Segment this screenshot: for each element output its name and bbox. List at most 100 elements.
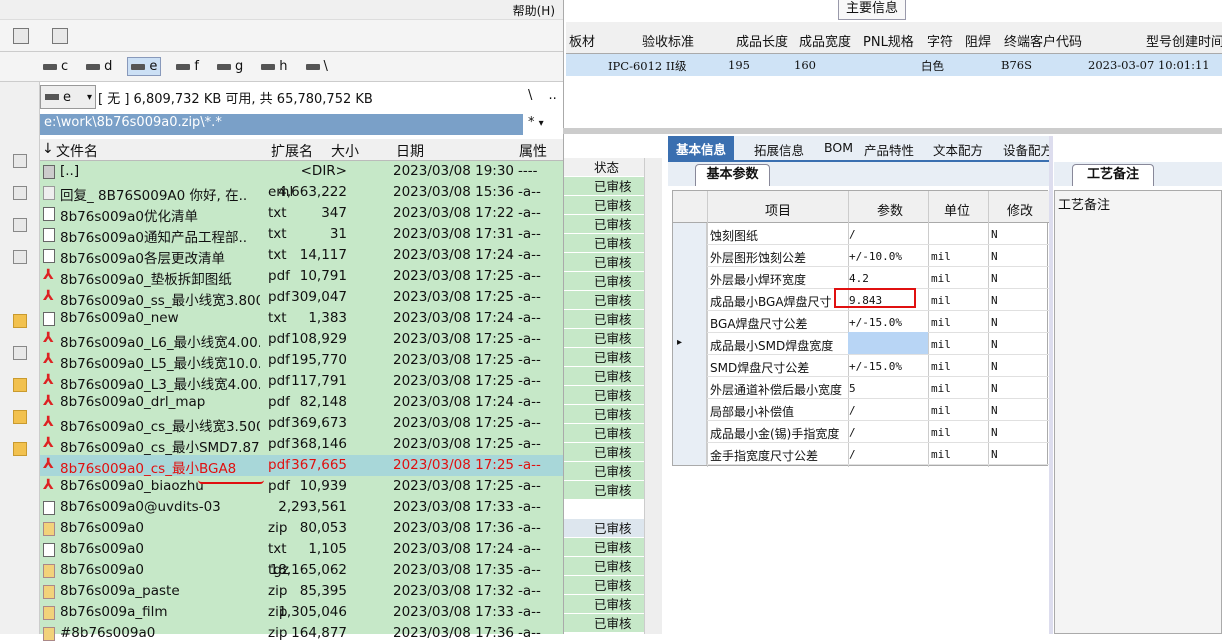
drive-5[interactable]: h [258,58,290,75]
tab-3[interactable]: 产品特性 [864,140,914,159]
drive-2[interactable]: e [127,57,162,76]
col-unit[interactable]: 单位 [944,200,970,219]
path-filter[interactable]: * ▾ [528,115,544,130]
param-row[interactable]: 局部最小补偿值 / mil N [673,399,1049,421]
top-col-header[interactable]: PNL规格 [863,31,914,50]
package-icon[interactable] [13,314,27,328]
row-header[interactable] [673,399,707,421]
col-ext[interactable]: 扩展名 [271,141,313,161]
file-row[interactable]: ⅄ 8b76s009a0_垫板拆卸图纸 pdf 10,791 2023/03/08 17… [40,266,563,288]
row-header[interactable] [673,443,707,465]
top-col-header[interactable]: 终端客户代码 [1004,31,1082,50]
col-modify[interactable]: 修改 [1007,200,1033,219]
row-header[interactable] [673,289,707,311]
status-cell[interactable]: 已审核 [564,367,644,386]
folder-icon[interactable] [13,410,27,424]
status-cell[interactable]: 已审核 [564,614,644,633]
file-row[interactable]: 回复_ 8B76S009A0 你好, 在.. eml 4,663,222 2023/0… [40,182,563,204]
row-header[interactable] [673,377,707,399]
top-col-header[interactable]: 阻焊 [965,31,991,50]
folder-icon[interactable] [13,378,27,392]
tab-5[interactable]: 设备配方 [1003,140,1053,159]
top-col-header[interactable]: 成品长度 [736,31,788,50]
row-header[interactable]: ▸ [673,333,707,355]
file-row[interactable]: ⅄ 8b76s009a0_L3_最小线宽4.00.. pdf 117,791 2023/… [40,371,563,393]
row-header[interactable] [673,421,707,443]
up-button[interactable]: .. [549,88,557,103]
file-row[interactable]: ⅄ 8b76s009a0_cs_最小SMD7.874 pdf 368,146 2023/… [40,434,563,456]
drive-1[interactable]: d [83,58,115,75]
file-row[interactable]: 8b76s009a_film zip 1,305,046 2023/03/08 17:… [40,602,563,623]
tab-process-notes[interactable]: 工艺备注 [1072,164,1154,186]
tab-0[interactable]: 基本信息 [668,136,735,162]
param-row[interactable]: SMD焊盘尺寸公差 +/-15.0% mil N [673,355,1049,377]
status-cell[interactable]: 已审核 [564,443,644,462]
subtab-basic-params[interactable]: 基本参数 [695,164,770,186]
file-row[interactable]: [..] <DIR> 2023/03/08 19:30 ---- [40,161,563,182]
search-icon[interactable] [13,154,27,168]
param-row[interactable]: 金手指宽度尺寸公差 / mil N [673,443,1049,465]
row-header[interactable] [673,267,707,289]
status-cell[interactable]: 已审核 [564,576,644,595]
status-cell[interactable]: 已审核 [564,405,644,424]
param-row[interactable]: 成品最小金(锡)手指宽度 / mil N [673,421,1049,443]
status-cell[interactable]: 已审核 [564,481,644,500]
refresh-icon[interactable] [13,28,29,44]
file-row[interactable]: ⅄ 8b76s009a0_drl_map pdf 82,148 2023/03/08 1… [40,392,563,413]
file-row[interactable]: 8b76s009a0优化清单 txt 347 2023/03/08 17:22 -a-- [40,203,563,225]
top-col-header[interactable]: 型号创建时间 [1146,31,1222,50]
pane-splitter[interactable] [1049,136,1053,634]
file-row[interactable]: 8b76s009a0 zip 80,053 2023/03/08 17:36 -a-- [40,518,563,539]
root-button[interactable]: \ [528,88,532,103]
help-menu[interactable]: 帮助(H) [513,2,555,19]
top-col-header[interactable]: 字符 [927,31,953,50]
param-row[interactable]: 外层图形蚀刻公差 +/-10.0% mil N [673,245,1049,267]
status-cell[interactable]: 已审核 [564,386,644,405]
status-cell[interactable]: 已审核 [564,424,644,443]
status-cell[interactable]: 已审核 [564,462,644,481]
status-cell[interactable]: 已审核 [564,253,644,272]
row-header[interactable] [673,355,707,377]
col-param[interactable]: 参数 [877,200,903,219]
file-row[interactable]: ⅄ 8b76s009a0_L5_最小线宽10.0.. pdf 195,770 2023/… [40,350,563,372]
file-row[interactable]: 8b76s009a_paste zip 85,395 2023/03/08 17:32… [40,581,563,602]
col-date[interactable]: 日期 [396,141,424,161]
col-attr[interactable]: 属性 [519,141,547,161]
view-icon[interactable] [52,28,68,44]
col-size[interactable]: 大小 [331,141,359,161]
tab-2[interactable]: BOM [824,140,853,155]
status-cell[interactable]: 已审核 [564,519,644,538]
row-header[interactable] [673,245,707,267]
file-row[interactable]: ⅄ 8b76s009a0_cs_最小线宽3.500 pdf 369,673 2023/0… [40,413,563,435]
scrollbar[interactable] [644,158,662,634]
file-row[interactable]: ⅄ 8b76s009a0_biaozhu pdf 10,939 2023/03/08 1… [40,476,563,497]
status-cell[interactable]: 已审核 [564,215,644,234]
path-bar[interactable]: e:\work\8b76s009a0.zip\*.* [40,114,523,135]
splitter[interactable] [563,128,1222,134]
param-row[interactable]: 外层通道补偿后最小宽度 5 mil N [673,377,1049,399]
drive-6[interactable]: \ [303,58,331,75]
file-row[interactable]: 8b76s009a0通知产品工程部.. txt 31 2023/03/08 17:31… [40,224,563,246]
drive-3[interactable]: f [173,58,202,75]
drive-4[interactable]: g [214,58,246,75]
folder-icon[interactable] [13,442,27,456]
top-table-row[interactable]: IPC-6012 II级 195 160 白色 B76S 2023-03-07 10:01… [566,54,1222,76]
col-item[interactable]: 项目 [765,200,791,219]
file-row[interactable]: 8b76s009a0 tgz 18,165,062 2023/03/08 17:35-… [40,560,563,581]
copy-icon[interactable] [13,218,27,232]
file-row[interactable]: 8b76s009a0 txt 1,105 2023/03/08 17:24 -a-- [40,539,563,560]
col-name[interactable]: 文件名 [56,141,98,161]
top-col-header[interactable]: 成品宽度 [799,31,851,50]
move-icon[interactable] [13,250,27,264]
status-cell[interactable]: 已审核 [564,291,644,310]
file-row[interactable]: 8b76s009a0@uvdits-03 2,293,561 2023/03/08 … [40,497,563,518]
param-row[interactable]: 蚀刻图纸 / N [673,223,1049,245]
status-cell[interactable]: 已审核 [564,272,644,291]
status-cell[interactable] [564,500,644,519]
tab-4[interactable]: 文本配方 [933,140,983,159]
file-row[interactable]: ⅄ 8b76s009a0_ss_最小线宽3.800 pdf 309,047 2023/0… [40,287,563,309]
status-cell[interactable]: 已审核 [564,538,644,557]
top-col-header[interactable]: 板材 [569,31,595,50]
new-folder-icon[interactable] [13,346,27,360]
row-header[interactable] [673,223,707,245]
